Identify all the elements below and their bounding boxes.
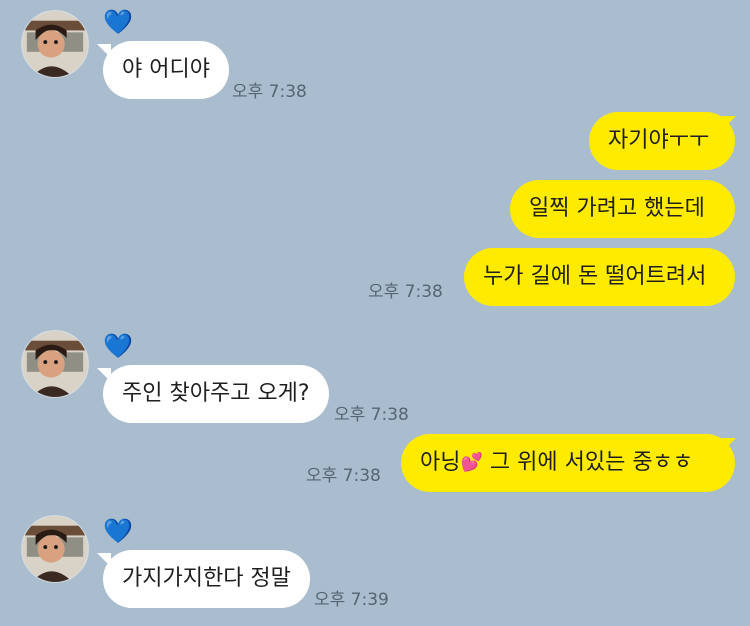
two-hearts-icon: 💕 xyxy=(460,452,483,473)
heart-icon: 💙 xyxy=(103,8,133,36)
message-bubble[interactable]: 아닝💕 그 위에 서있는 중ㅎㅎ xyxy=(401,434,735,492)
message-time: 오후 7:38 xyxy=(306,466,381,486)
message-time: 오후 7:38 xyxy=(334,405,409,425)
avatar[interactable] xyxy=(21,330,89,398)
message-text: 그 위에 서있는 중ㅎㅎ xyxy=(482,450,694,475)
avatar[interactable] xyxy=(21,10,89,78)
heart-icon: 💙 xyxy=(103,517,133,545)
message-bubble[interactable]: 일찍 가려고 했는데 xyxy=(510,180,735,238)
message-time: 오후 7:38 xyxy=(232,82,307,102)
message-time: 오후 7:38 xyxy=(368,282,443,302)
message-text: 아닝 xyxy=(420,450,461,475)
message-time: 오후 7:39 xyxy=(314,590,389,610)
message-bubble[interactable]: 주인 찾아주고 오게? xyxy=(103,365,329,423)
avatar[interactable] xyxy=(21,515,89,583)
message-bubble[interactable]: 자기야ㅜㅜ xyxy=(589,112,735,170)
message-bubble[interactable]: 누가 길에 돈 떨어트려서 xyxy=(464,248,735,306)
message-bubble[interactable]: 야 어디야 xyxy=(103,41,229,99)
chat-room: 💙 야 어디야 오후 7:38 자기야ㅜㅜ 일찍 가려고 했는데 누가 길에 돈… xyxy=(0,0,750,626)
profile-photo xyxy=(22,331,88,397)
heart-icon: 💙 xyxy=(103,332,133,360)
profile-photo xyxy=(22,11,88,77)
profile-photo xyxy=(22,516,88,582)
message-bubble[interactable]: 가지가지한다 정말 xyxy=(103,550,310,608)
